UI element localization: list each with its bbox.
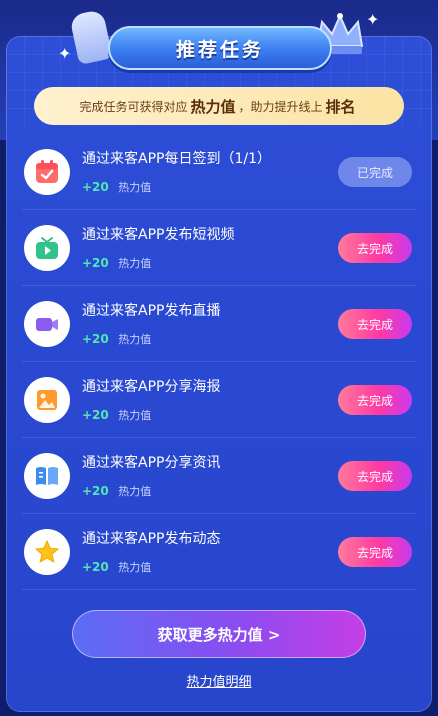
task-reward: +20 热力值 xyxy=(82,407,151,423)
task-icon-wrap xyxy=(24,149,70,195)
task-item: 通过来客APP发布动态 +20 热力值 去完成 xyxy=(22,514,416,590)
reward-value: +20 xyxy=(82,332,109,346)
reward-label: 热力值 xyxy=(118,561,152,574)
task-title: 通过来客APP分享海报 xyxy=(82,379,221,395)
task-reward: +20 热力值 xyxy=(82,255,151,271)
video-camera-icon xyxy=(36,318,58,331)
reward-value: +20 xyxy=(82,560,109,574)
task-go-button[interactable]: 去完成 xyxy=(338,385,412,415)
task-icon-wrap xyxy=(24,225,70,271)
task-icon-wrap xyxy=(24,377,70,423)
reward-value: +20 xyxy=(82,484,109,498)
reward-label: 热力值 xyxy=(118,181,152,194)
notice-highlight-heat: 热力值 xyxy=(190,97,236,116)
task-item: 通过来客APP发布短视频 +20 热力值 去完成 xyxy=(22,210,416,286)
reward-label: 热力值 xyxy=(118,409,152,422)
sparkle-icon: ✦ xyxy=(366,10,380,29)
task-reward: +20 热力值 xyxy=(82,179,151,195)
task-icon-wrap xyxy=(24,301,70,347)
task-title: 通过来客APP发布动态 xyxy=(82,531,221,547)
task-title: 通过来客APP分享资讯 xyxy=(82,455,221,471)
task-list: 通过来客APP每日签到（1/1） +20 热力值 已完成 通过来客APP发布短视… xyxy=(22,134,416,590)
title-banner: 推荐任务 xyxy=(108,26,332,70)
task-go-button[interactable]: 去完成 xyxy=(338,537,412,567)
star-icon xyxy=(34,539,60,564)
task-go-button[interactable]: 去完成 xyxy=(338,233,412,263)
calendar-check-icon xyxy=(36,160,58,183)
reward-label: 热力值 xyxy=(118,333,152,346)
task-item: 通过来客APP分享资讯 +20 热力值 去完成 xyxy=(22,438,416,514)
task-go-button[interactable]: 去完成 xyxy=(338,461,412,491)
notice-bar: 完成任务可获得对应 热力值 ，助力提升线上 排名 xyxy=(34,87,404,125)
task-icon-wrap xyxy=(24,453,70,499)
image-icon xyxy=(37,390,57,410)
task-reward: +20 热力值 xyxy=(82,331,151,347)
task-item: 通过来客APP分享海报 +20 热力值 去完成 xyxy=(22,362,416,438)
heat-detail-link[interactable]: 热力值明细 xyxy=(0,671,438,690)
task-item: 通过来客APP发布直播 +20 热力值 去完成 xyxy=(22,286,416,362)
task-done-button[interactable]: 已完成 xyxy=(338,157,412,187)
get-more-heat-button[interactable]: 获取更多热力值 > xyxy=(72,610,366,658)
reward-label: 热力值 xyxy=(118,485,152,498)
task-reward: +20 热力值 xyxy=(82,483,151,499)
page-title: 推荐任务 xyxy=(175,38,264,61)
task-item: 通过来客APP每日签到（1/1） +20 热力值 已完成 xyxy=(22,134,416,210)
task-go-button[interactable]: 去完成 xyxy=(338,309,412,339)
reward-value: +20 xyxy=(82,180,109,194)
get-more-heat-label: 获取更多热力值 > xyxy=(157,625,281,644)
task-reward: +20 热力值 xyxy=(82,559,151,575)
notice-highlight-rank: 排名 xyxy=(325,97,356,116)
task-title: 通过来客APP发布直播 xyxy=(82,303,221,319)
task-title: 通过来客APP发布短视频 xyxy=(82,227,235,243)
reward-value: +20 xyxy=(82,256,109,270)
book-open-icon xyxy=(36,467,58,485)
task-icon-wrap xyxy=(24,529,70,575)
reward-value: +20 xyxy=(82,408,109,422)
sparkle-icon: ✦ xyxy=(58,44,72,63)
notice-prefix: 完成任务可获得对应 xyxy=(79,99,188,114)
notice-middle: ，助力提升线上 xyxy=(238,99,323,114)
task-title: 通过来客APP每日签到（1/1） xyxy=(82,151,271,167)
reward-label: 热力值 xyxy=(118,257,152,270)
tv-play-icon xyxy=(36,237,58,259)
